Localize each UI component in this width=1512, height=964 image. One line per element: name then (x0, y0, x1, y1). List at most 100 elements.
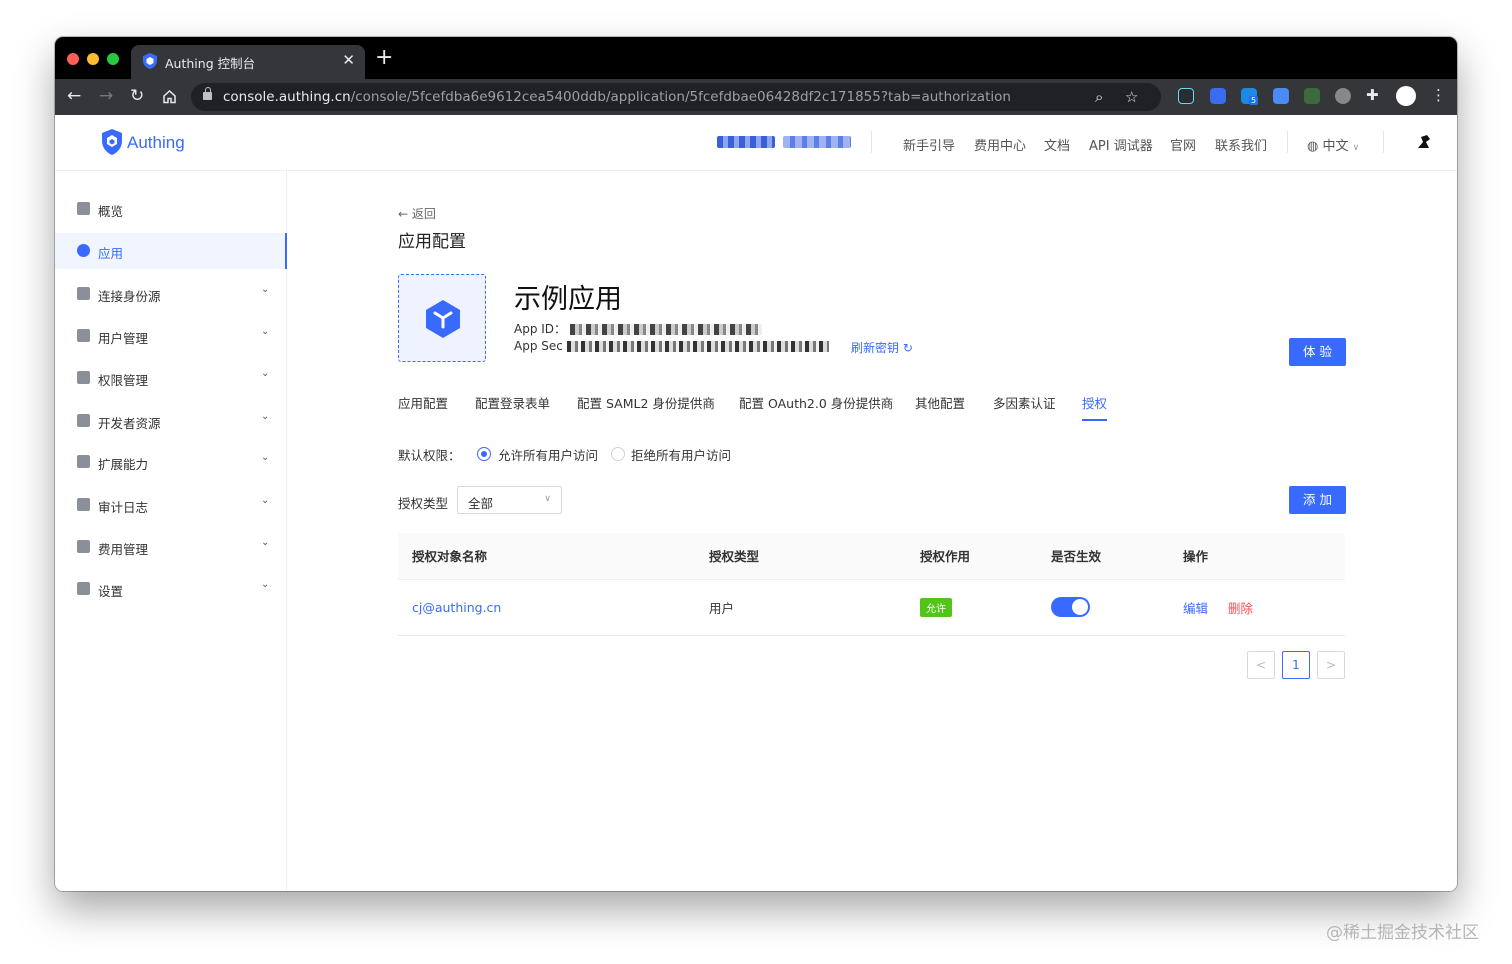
watermark: @稀土掘金技术社区 (1326, 923, 1479, 943)
back-arrow-icon[interactable]: ← (67, 86, 81, 106)
column-header-name: 授权对象名称 (398, 533, 695, 580)
auth-type-value: 全部 (468, 496, 494, 511)
language-switcher[interactable]: ◍ 中文 ∨ (1307, 135, 1359, 154)
auth-target-link[interactable]: cj@authing.cn (412, 600, 501, 615)
address-bar[interactable]: console.authing.cn/console/5fcefdba6e961… (191, 83, 1161, 111)
pagination-prev-button[interactable]: < (1247, 651, 1275, 679)
home-icon[interactable] (162, 89, 177, 104)
sidebar-item-label: 审计日志 (98, 500, 149, 515)
nav-billing-center[interactable]: 费用中心 (974, 135, 1026, 154)
auth-type-cell: 用户 (709, 600, 735, 616)
sidebar-item-extensions[interactable]: 扩展能力 ⌄ (55, 444, 287, 480)
globe-extension-icon[interactable] (1335, 88, 1351, 104)
edit-link[interactable]: 编辑 (1183, 601, 1208, 616)
sidebar: 概览 应用 连接身份源 ⌄ 用户管理 ⌄ 权限管理 ⌄ 开发者资源 ⌄ 扩展能力… (55, 171, 287, 891)
logo-text: Authing (127, 133, 185, 152)
radio-allow-all[interactable] (477, 447, 491, 461)
pin-extension-icon[interactable] (1304, 88, 1320, 104)
authing-logo-icon[interactable] (101, 127, 123, 157)
sidebar-item-label: 扩展能力 (98, 457, 149, 472)
lock-icon (203, 87, 212, 100)
allow-tag: 允许 (920, 597, 952, 617)
sidebar-item-apps[interactable]: 应用 (55, 233, 287, 269)
tab-login-form[interactable]: 配置登录表单 (475, 393, 550, 412)
back-link[interactable]: ← 返回 (398, 205, 436, 222)
reload-icon[interactable]: ↻ (130, 86, 144, 106)
browser-titlebar: Authing 控制台 ✕ + (55, 37, 1457, 79)
chevron-down-icon: ⌄ (261, 368, 270, 379)
user-avatar-icon[interactable] (1415, 133, 1433, 151)
radio-deny-all-label[interactable]: 拒绝所有用户访问 (631, 445, 731, 464)
app-logo-upload[interactable] (398, 274, 486, 362)
browser-window: Authing 控制台 ✕ + ← → ↻ console.authing.cn… (55, 37, 1457, 891)
profile-avatar[interactable] (1396, 86, 1416, 106)
tab-app-config[interactable]: 应用配置 (398, 393, 448, 412)
nav-api-debugger[interactable]: API 调试器 (1089, 135, 1153, 154)
code-icon (77, 414, 90, 427)
auth-type-select[interactable]: 全部 ∨ (457, 486, 562, 514)
react-devtools-icon[interactable] (1178, 88, 1194, 104)
column-header-enabled: 是否生效 (1037, 533, 1169, 580)
shield-extension-icon[interactable] (1210, 88, 1226, 104)
sidebar-item-settings[interactable]: 设置 ⌄ (55, 571, 287, 607)
sidebar-item-label: 用户管理 (98, 331, 149, 346)
pagination-next-button[interactable]: > (1317, 651, 1345, 679)
nav-contact[interactable]: 联系我们 (1215, 135, 1267, 154)
pagination-page-1[interactable]: 1 (1282, 651, 1310, 679)
refresh-icon: ↻ (902, 341, 913, 355)
log-icon (77, 498, 90, 511)
forward-arrow-icon[interactable]: → (99, 86, 113, 106)
extension-badge-icon[interactable]: 5 (1241, 88, 1259, 105)
tab-title: Authing 控制台 (165, 56, 256, 71)
maximize-window-button[interactable] (107, 53, 119, 65)
browser-toolbar: ← → ↻ console.authing.cn/console/5fcefdb… (55, 79, 1457, 115)
close-window-button[interactable] (67, 53, 79, 65)
tab-close-icon[interactable]: ✕ (342, 51, 355, 69)
tab-saml2[interactable]: 配置 SAML2 身份提供商 (577, 393, 715, 412)
sidebar-item-overview[interactable]: 概览 (55, 191, 287, 227)
sidebar-item-label: 连接身份源 (98, 289, 161, 304)
add-authorization-button[interactable]: 添 加 (1289, 486, 1346, 514)
header-divider (1383, 131, 1384, 153)
delete-link[interactable]: 删除 (1228, 601, 1253, 616)
blurred-app-secret (566, 341, 829, 352)
chevron-down-icon: ⌄ (261, 452, 270, 463)
nav-website[interactable]: 官网 (1170, 135, 1196, 154)
dashboard-icon (77, 202, 90, 215)
chevron-down-icon: ⌄ (261, 284, 270, 295)
app-secret-row: App Sec (514, 339, 829, 353)
chevron-down-icon: ⌄ (261, 326, 270, 337)
try-app-button[interactable]: 体 验 (1289, 338, 1346, 366)
puzzle-extensions-icon[interactable]: ✚ (1366, 86, 1379, 104)
radio-allow-all-label[interactable]: 允许所有用户访问 (498, 445, 598, 464)
sidebar-item-billing[interactable]: 费用管理 ⌄ (55, 529, 287, 565)
new-tab-button[interactable]: + (375, 47, 393, 69)
refresh-secret-link[interactable]: 刷新密钥 ↻ (851, 339, 913, 356)
id-card-icon (77, 287, 90, 300)
radio-deny-all[interactable] (611, 447, 625, 461)
tab-oauth2[interactable]: 配置 OAuth2.0 身份提供商 (739, 393, 893, 412)
blurred-user-name (717, 136, 775, 148)
nav-docs[interactable]: 文档 (1044, 135, 1070, 154)
nav-onboarding[interactable]: 新手引导 (903, 135, 955, 154)
bookmark-extension-icon[interactable] (1273, 88, 1289, 104)
bookmark-star-icon[interactable]: ☆ (1125, 88, 1138, 106)
tab-mfa[interactable]: 多因素认证 (993, 393, 1056, 412)
tab-other-config[interactable]: 其他配置 (915, 393, 965, 412)
sidebar-item-permissions[interactable]: 权限管理 ⌄ (55, 360, 287, 396)
browser-menu-icon[interactable]: ⋮ (1431, 86, 1446, 104)
sidebar-item-identity-sources[interactable]: 连接身份源 ⌄ (55, 276, 287, 312)
sidebar-item-label: 权限管理 (98, 373, 149, 388)
sidebar-item-user-management[interactable]: 用户管理 ⌄ (55, 318, 287, 354)
sidebar-item-audit-log[interactable]: 审计日志 ⌄ (55, 487, 287, 523)
minimize-window-button[interactable] (87, 53, 99, 65)
sidebar-item-developer-resources[interactable]: 开发者资源 ⌄ (55, 403, 287, 439)
zoom-search-icon[interactable]: ⌕ (1095, 88, 1103, 106)
back-arrow-icon: ← (398, 207, 409, 221)
tab-authorization[interactable]: 授权 (1082, 393, 1107, 412)
url-text: console.authing.cn/console/5fcefdba6e961… (223, 89, 1011, 105)
active-tab-indicator (1082, 419, 1107, 421)
user-icon (77, 329, 90, 342)
enabled-toggle[interactable] (1051, 597, 1090, 617)
browser-tab[interactable]: Authing 控制台 ✕ (131, 45, 365, 79)
